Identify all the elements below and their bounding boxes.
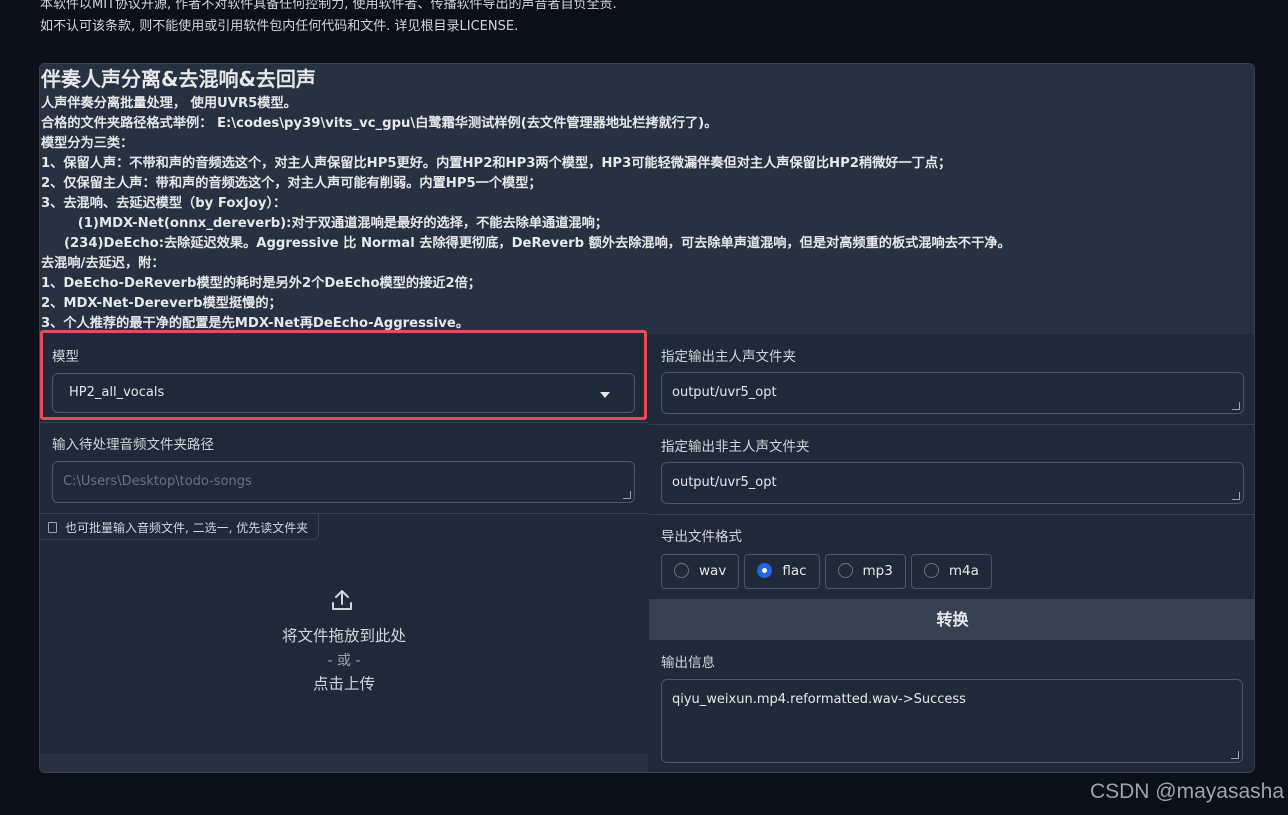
description-line: (1)MDX-Net(onnx_dereverb):对于双通道混响是最好的选择，… bbox=[41, 216, 608, 231]
format-option-flac[interactable]: flac bbox=[744, 554, 820, 589]
format-option-label: mp3 bbox=[862, 563, 893, 579]
description-line: 1、DeEcho-DeReverb模型的耗时是另外2个DeEcho模型的接近2倍… bbox=[41, 276, 481, 291]
format-label: 导出文件格式 bbox=[661, 529, 742, 545]
model-block: 模型 HP2_all_vocals bbox=[40, 330, 648, 422]
description-line: 1、保留人声：不带和声的音频选这个，对主人声保留比HP5更好。内置HP2和HP3… bbox=[41, 156, 952, 171]
format-option-label: flac bbox=[782, 563, 807, 579]
other-output-block: 指定输出非主人声文件夹 output/uvr5_opt bbox=[649, 425, 1254, 514]
description-line: (234)DeEcho:去除延迟效果。Aggressive 比 Normal 去… bbox=[41, 236, 1011, 251]
resize-grip-icon[interactable] bbox=[1231, 751, 1239, 759]
section-title: 伴奏人声分离&去混响&去回声 bbox=[41, 67, 316, 91]
file-upload-tag-label: 也可批量输入音频文件, 二选一, 优先读文件夹 bbox=[65, 521, 309, 535]
format-option-m4a[interactable]: m4a bbox=[910, 554, 992, 589]
description-line: 去混响/去延迟，附： bbox=[41, 256, 165, 271]
format-radio-group: wav flac mp3 m4a bbox=[661, 554, 997, 589]
format-option-wav[interactable]: wav bbox=[661, 554, 740, 589]
vocal-output-block: 指定输出主人声文件夹 output/uvr5_opt bbox=[649, 334, 1254, 424]
highlight-box bbox=[40, 330, 647, 420]
other-output-value: output/uvr5_opt bbox=[672, 475, 777, 490]
file-upload-tag: 也可批量输入音频文件, 二选一, 优先读文件夹 bbox=[40, 514, 320, 540]
output-info-label: 输出信息 bbox=[661, 655, 715, 671]
description-line: 2、MDX-Net-Dereverb模型挺慢的； bbox=[41, 296, 282, 311]
radio-selected-icon bbox=[757, 563, 773, 578]
uvr5-panel: 伴奏人声分离&去混响&去回声 人声伴奏分离批量处理， 使用UVR5模型。 合格的… bbox=[39, 63, 1255, 773]
input-path-field[interactable]: C:\Users\Desktop\todo-songs bbox=[52, 461, 635, 503]
output-info-field[interactable]: qiyu_weixun.mp4.reformatted.wav->Success bbox=[661, 679, 1243, 763]
click-upload-text[interactable]: 点击上传 bbox=[40, 672, 648, 694]
vocal-output-label: 指定输出主人声文件夹 bbox=[661, 349, 796, 365]
description-line: 2、仅保留主人声：带和声的音频选这个，对主人声可能有削弱。内置HP5一个模型； bbox=[41, 176, 542, 191]
drop-text: 将文件拖放到此处 bbox=[281, 627, 406, 645]
resize-grip-icon[interactable] bbox=[1232, 402, 1240, 410]
description-line: 人声伴奏分离批量处理， 使用UVR5模型。 bbox=[41, 96, 297, 111]
format-option-mp3[interactable]: mp3 bbox=[824, 554, 906, 589]
radio-icon bbox=[837, 563, 853, 578]
input-path-label: 输入待处理音频文件夹路径 bbox=[52, 437, 214, 453]
description-line: 合格的文件夹路径格式举例： E:\codes\py39\vits_vc_gpu\… bbox=[41, 116, 718, 131]
drop-or-text: - 或 - bbox=[327, 653, 361, 669]
radio-icon bbox=[674, 563, 689, 578]
output-info-value: qiyu_weixun.mp4.reformatted.wav->Success bbox=[672, 692, 966, 707]
description-line: 3、去混响、去延迟模型（by FoxJoy）： bbox=[41, 196, 287, 211]
format-option-label: m4a bbox=[948, 563, 979, 579]
radio-icon bbox=[923, 563, 939, 578]
left-footer bbox=[40, 754, 648, 772]
right-column: 指定输出主人声文件夹 output/uvr5_opt 指定输出非主人声文件夹 o… bbox=[649, 334, 1254, 772]
input-path-placeholder: C:\Users\Desktop\todo-songs bbox=[63, 474, 252, 489]
convert-button[interactable]: 转换 bbox=[649, 599, 1254, 640]
license-notice: 本软件以MIT协议开源, 作者不对软件具备任何控制力, 使用软件者、传播软件导出… bbox=[40, 0, 1240, 38]
license-notice-line-2: 如不认可该条款, 则不能使用或引用软件包内任何代码和文件. 详见根目录LICEN… bbox=[40, 19, 519, 34]
file-dropzone[interactable]: 将文件拖放到此处 - 或 - 点击上传 bbox=[40, 540, 648, 754]
vocal-output-value: output/uvr5_opt bbox=[672, 385, 777, 400]
upload-icon bbox=[332, 590, 352, 610]
other-output-label: 指定输出非主人声文件夹 bbox=[661, 439, 810, 455]
left-column: 模型 HP2_all_vocals 输入待处理音频文件夹路径 C:\Users\… bbox=[40, 330, 648, 772]
divider bbox=[649, 514, 1254, 515]
file-icon bbox=[48, 522, 57, 533]
other-output-field[interactable]: output/uvr5_opt bbox=[661, 462, 1244, 504]
format-option-label: wav bbox=[699, 563, 727, 579]
vocal-output-field[interactable]: output/uvr5_opt bbox=[661, 372, 1244, 414]
watermark: CSDN @mayasasha bbox=[1089, 780, 1284, 803]
description-markdown: 伴奏人声分离&去混响&去回声 人声伴奏分离批量处理， 使用UVR5模型。 合格的… bbox=[40, 64, 1254, 334]
license-notice-line-1: 本软件以MIT协议开源, 作者不对软件具备任何控制力, 使用软件者、传播软件导出… bbox=[40, 0, 617, 12]
resize-grip-icon[interactable] bbox=[623, 491, 631, 499]
description-line: 模型分为三类： bbox=[41, 136, 134, 151]
input-path-block: 输入待处理音频文件夹路径 C:\Users\Desktop\todo-songs bbox=[40, 423, 648, 513]
resize-grip-icon[interactable] bbox=[1232, 492, 1240, 500]
